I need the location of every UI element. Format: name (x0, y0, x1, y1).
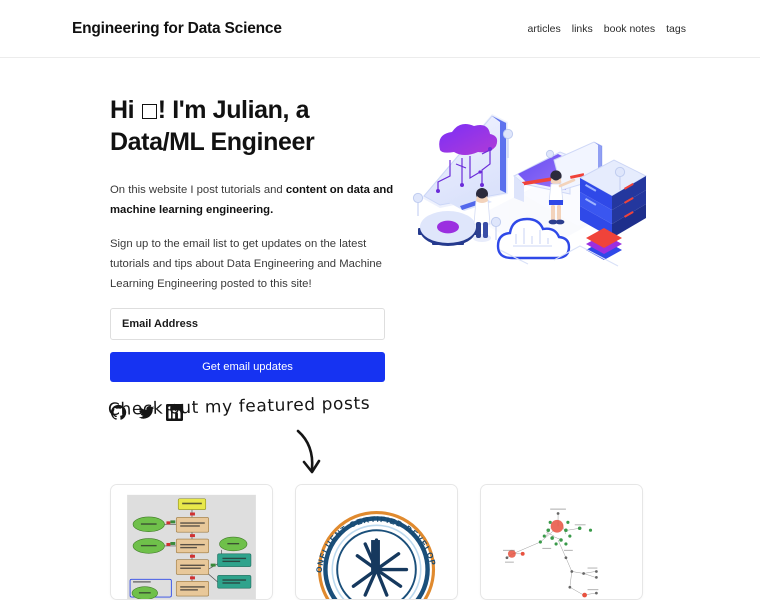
landing-page: Engineering for Data Science articles li… (0, 0, 760, 600)
featured-card-network-graph[interactable] (480, 484, 643, 600)
hero-paragraph-2: Sign up to the email list to get updates… (110, 238, 382, 291)
decision-flowchart-diagram (111, 485, 272, 599)
main-navigation: articles links book notes tags (527, 23, 686, 35)
featured-posts-grid: CONFLUENT CERTIFIED DEVELOPER (110, 484, 643, 600)
network-graph-visualization (481, 485, 642, 599)
nav-link-articles[interactable]: articles (527, 23, 560, 35)
featured-card-flowchart[interactable] (110, 484, 273, 600)
nav-link-book-notes[interactable]: book notes (604, 23, 655, 35)
waving-hand-emoji-icon (141, 104, 157, 119)
site-header: Engineering for Data Science articles li… (0, 0, 760, 58)
nav-link-tags[interactable]: tags (666, 23, 686, 35)
curved-down-arrow-icon (290, 428, 334, 480)
email-signup-form: Get email updates (110, 308, 385, 383)
site-title[interactable]: Engineering for Data Science (72, 20, 282, 38)
get-email-updates-button[interactable]: Get email updates (110, 352, 385, 383)
page-title: Hi ! I'm Julian, a Data/ML Engineer (110, 94, 400, 158)
hero-paragraph-1: On this website I post tutorials and con… (110, 180, 400, 220)
hero-content: Hi ! I'm Julian, a Data/ML Engineer On t… (110, 94, 400, 422)
nav-link-links[interactable]: links (572, 23, 593, 35)
isometric-data-engineering-illustration (404, 98, 654, 278)
hero-title-before: Hi (110, 96, 141, 124)
confluent-certified-developer-badge: CONFLUENT CERTIFIED DEVELOPER (296, 485, 457, 599)
featured-card-confluent-badge[interactable]: CONFLUENT CERTIFIED DEVELOPER (295, 484, 458, 600)
email-field[interactable] (110, 308, 385, 341)
hero-paragraph-1-plain: On this website I post tutorials and (110, 184, 286, 196)
featured-posts-heading-group: Check out my featured posts (108, 394, 528, 480)
